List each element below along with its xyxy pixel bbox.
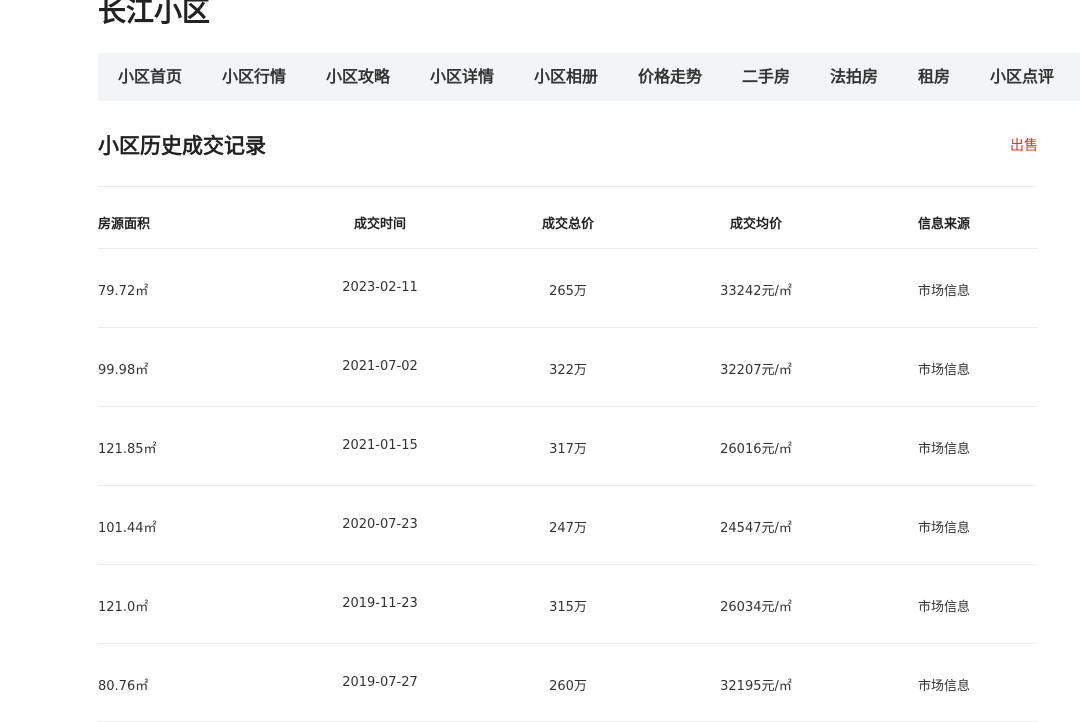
cell-source: 市场信息 xyxy=(918,679,971,694)
cell-unit-price: 24547元/㎡ xyxy=(720,521,792,536)
cell-total: 265万 xyxy=(549,284,587,299)
cell-unit-price: 32195元/㎡ xyxy=(720,679,792,694)
nav-item-home[interactable]: 小区首页 xyxy=(118,53,182,101)
cell-total: 315万 xyxy=(549,600,587,615)
nav-item-guide[interactable]: 小区攻略 xyxy=(326,53,390,101)
cell-area: 99.98㎡ xyxy=(98,363,149,378)
header-source: 信息来源 xyxy=(918,217,971,232)
cell-total: 247万 xyxy=(549,521,587,536)
cell-source: 市场信息 xyxy=(918,363,971,378)
cell-unit-price: 32207元/㎡ xyxy=(720,363,792,378)
section-title: 小区历史成交记录 xyxy=(98,134,266,158)
nav-item-auction[interactable]: 法拍房 xyxy=(830,53,878,101)
cell-date: 2020-07-23 xyxy=(342,517,418,532)
nav-item-second-hand[interactable]: 二手房 xyxy=(742,53,790,101)
cell-source: 市场信息 xyxy=(918,521,971,536)
nav-item-details[interactable]: 小区详情 xyxy=(430,53,494,101)
cell-date: 2019-11-23 xyxy=(342,596,418,611)
cell-date: 2023-02-11 xyxy=(342,280,418,295)
cell-total: 322万 xyxy=(549,363,587,378)
cell-date: 2021-07-02 xyxy=(342,359,418,374)
cell-area: 121.85㎡ xyxy=(98,442,157,457)
cell-unit-price: 26034元/㎡ xyxy=(720,600,792,615)
cell-area: 121.0㎡ xyxy=(98,600,149,615)
nav-item-rent[interactable]: 租房 xyxy=(918,53,950,101)
table-divider xyxy=(98,643,1037,644)
cell-unit-price: 33242元/㎡ xyxy=(720,284,792,299)
cell-unit-price: 26016元/㎡ xyxy=(720,442,792,457)
cell-date: 2021-01-15 xyxy=(342,438,418,453)
table-divider xyxy=(98,564,1037,565)
cell-source: 市场信息 xyxy=(918,284,971,299)
nav-item-album[interactable]: 小区相册 xyxy=(534,53,598,101)
nav-item-reviews[interactable]: 小区点评 xyxy=(990,53,1054,101)
cell-source: 市场信息 xyxy=(918,600,971,615)
cell-area: 79.72㎡ xyxy=(98,284,149,299)
nav-item-price-trend[interactable]: 价格走势 xyxy=(638,53,702,101)
table-divider xyxy=(98,327,1037,328)
table-divider xyxy=(98,406,1037,407)
table-divider xyxy=(98,186,1037,187)
sale-link[interactable]: 出售 xyxy=(1010,136,1038,156)
table-divider xyxy=(98,485,1037,486)
community-title: 长江小区 xyxy=(98,0,211,28)
header-unit-price: 成交均价 xyxy=(729,217,783,232)
community-nav-bar: 小区首页 小区行情 小区攻略 小区详情 小区相册 价格走势 二手房 法拍房 租房… xyxy=(98,53,1080,101)
table-divider xyxy=(98,248,1037,249)
header-total: 成交总价 xyxy=(541,217,595,232)
header-area: 房源面积 xyxy=(98,217,151,232)
header-date: 成交时间 xyxy=(353,217,407,232)
page: 长江小区 小区首页 小区行情 小区攻略 小区详情 小区相册 价格走势 二手房 法… xyxy=(0,0,1080,722)
nav-item-market[interactable]: 小区行情 xyxy=(222,53,286,101)
cell-source: 市场信息 xyxy=(918,442,971,457)
cell-total: 260万 xyxy=(549,679,587,694)
cell-total: 317万 xyxy=(549,442,587,457)
cell-area: 101.44㎡ xyxy=(98,521,157,536)
cell-area: 80.76㎡ xyxy=(98,679,149,694)
cell-date: 2019-07-27 xyxy=(342,675,418,690)
